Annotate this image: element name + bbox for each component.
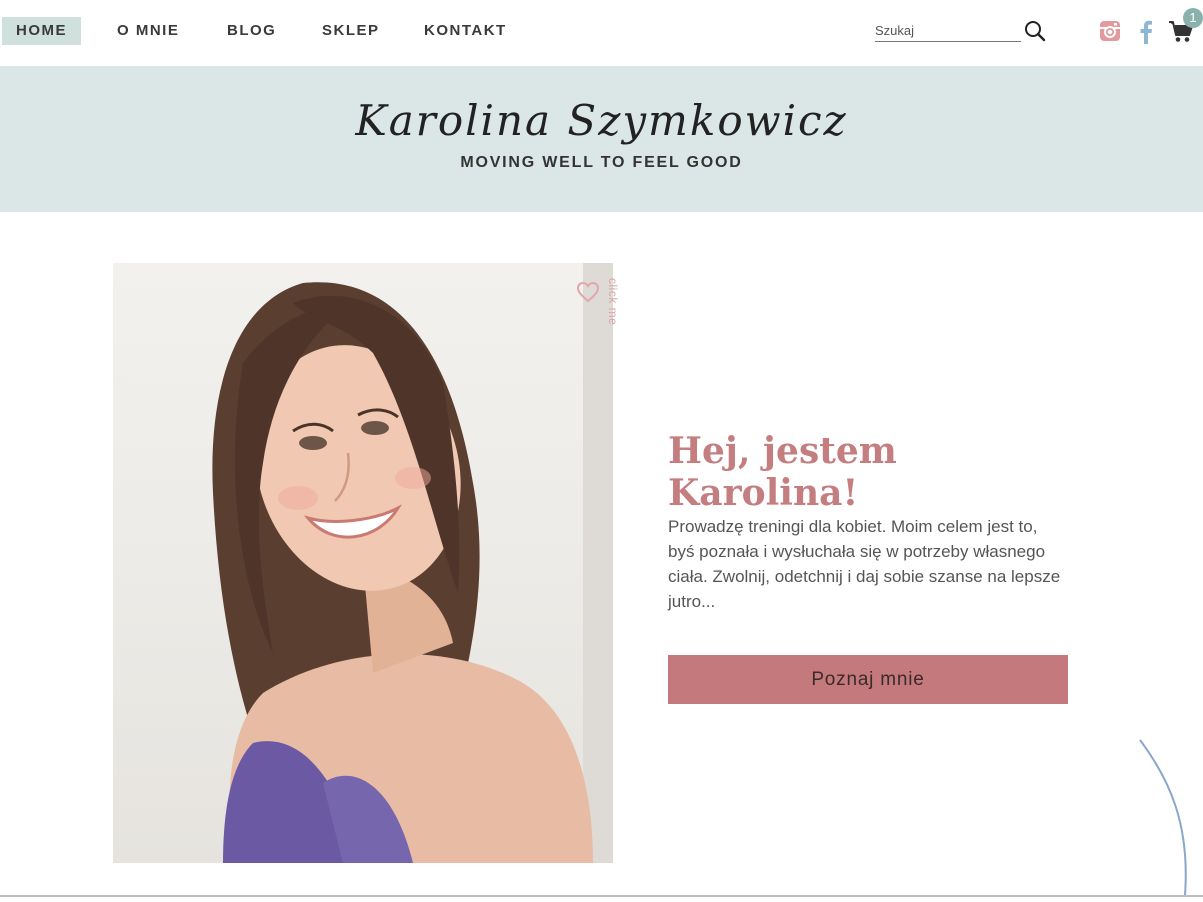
- portrait-illustration: [212, 263, 613, 863]
- click-me-label[interactable]: click me: [606, 278, 620, 325]
- facebook-icon[interactable]: [1137, 20, 1155, 44]
- cart-count-badge: 1: [1183, 8, 1203, 28]
- search-input[interactable]: [875, 20, 1015, 40]
- intro-paragraph: Prowadzę treningi dla kobiet. Moim celem…: [668, 517, 1061, 611]
- header-banner: Karolina Szymkowicz MOVING WELL TO FEEL …: [0, 66, 1203, 212]
- site-logo-title[interactable]: Karolina Szymkowicz: [0, 96, 1203, 145]
- nav-item-home[interactable]: HOME: [2, 17, 81, 45]
- nav-item-kontakt[interactable]: KONTAKT: [410, 17, 521, 45]
- nav-item-blog[interactable]: BLOG: [213, 17, 290, 45]
- site-tagline: MOVING WELL TO FEEL GOOD: [460, 154, 743, 171]
- top-navigation: HOME O MNIE BLOG SKLEP KONTAKT 1: [0, 0, 1203, 66]
- search-field: [875, 20, 1021, 42]
- profile-photo: [113, 263, 613, 863]
- poznaj-mnie-button[interactable]: Poznaj mnie: [668, 655, 1068, 704]
- nav-item-sklep[interactable]: SKLEP: [308, 17, 394, 45]
- intro-heading: Hej, jestem Karolina!: [668, 430, 897, 514]
- decorative-arc: [1139, 739, 1187, 896]
- search-icon[interactable]: [1024, 20, 1046, 42]
- instagram-icon[interactable]: [1099, 20, 1121, 42]
- section-divider: [0, 895, 1203, 902]
- heart-icon[interactable]: [576, 281, 600, 303]
- nav-item-o-mnie[interactable]: O MNIE: [103, 17, 193, 45]
